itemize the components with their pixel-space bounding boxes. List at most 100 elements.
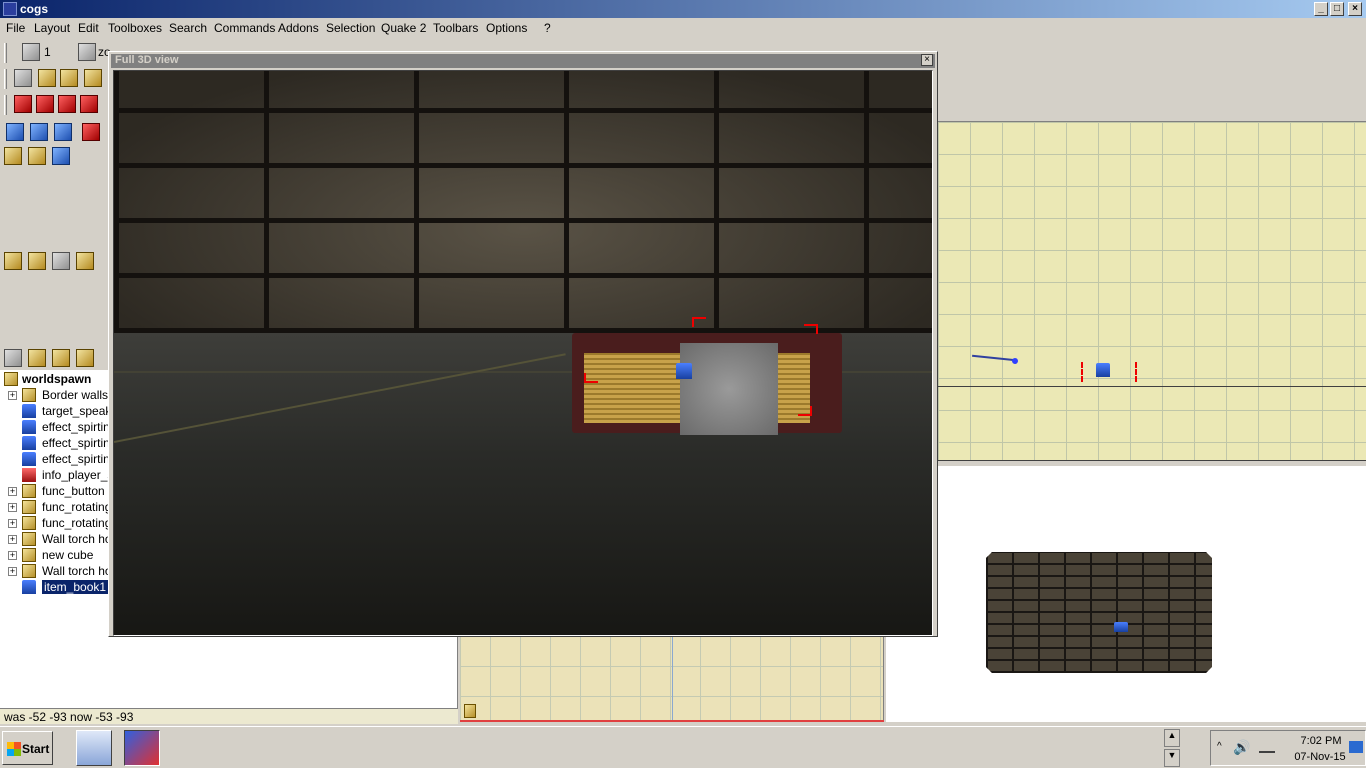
scroll-up-button[interactable]: ▲ bbox=[1164, 729, 1180, 747]
expand-icon[interactable]: + bbox=[8, 567, 17, 576]
menu-search[interactable]: Search bbox=[169, 21, 207, 35]
expand-icon[interactable]: + bbox=[8, 551, 17, 560]
tree-item[interactable]: + func_rotating bbox=[0, 515, 112, 531]
clock-date[interactable]: 07-Nov-15 bbox=[1285, 751, 1355, 763]
tree-item[interactable]: + Border walls bbox=[0, 387, 112, 403]
red-marker-icon[interactable] bbox=[82, 123, 100, 141]
expand-icon[interactable]: + bbox=[8, 519, 17, 528]
tree-view-icon[interactable] bbox=[4, 349, 22, 367]
quark-task-icon[interactable] bbox=[124, 730, 160, 766]
brush-tab-icon[interactable] bbox=[52, 349, 70, 367]
full-3d-view-window[interactable]: Full 3D view × bbox=[108, 51, 938, 637]
tree-item-label: target_speake bbox=[42, 404, 112, 418]
entity-icon[interactable] bbox=[52, 147, 70, 165]
toolbar-grip[interactable] bbox=[4, 95, 7, 115]
clock-time[interactable]: 7:02 PM bbox=[1291, 735, 1351, 747]
tree-item-label: func_rotating bbox=[42, 500, 112, 514]
tree-item[interactable]: info_player_st bbox=[0, 467, 112, 483]
book-entity-icon[interactable] bbox=[1096, 363, 1110, 377]
menu-toolboxes[interactable]: Toolboxes bbox=[108, 21, 162, 35]
expand-icon[interactable]: + bbox=[8, 487, 17, 496]
blue-cube-icon[interactable] bbox=[6, 123, 24, 141]
tree-item[interactable]: target_speake bbox=[0, 403, 112, 419]
book-model[interactable] bbox=[572, 333, 842, 443]
grid-icon[interactable] bbox=[22, 43, 40, 61]
entity-icon bbox=[22, 404, 36, 418]
entity-tab-icon[interactable] bbox=[28, 349, 46, 367]
expand-icon[interactable]: + bbox=[8, 391, 17, 400]
3d-scene[interactable] bbox=[113, 70, 933, 636]
tree-item-label: effect_spirting bbox=[42, 436, 112, 450]
duck-icon[interactable] bbox=[28, 147, 46, 165]
minimize-button[interactable]: _ bbox=[1314, 2, 1328, 16]
tree-item[interactable]: effect_spirting bbox=[0, 419, 112, 435]
book-clasp bbox=[680, 343, 778, 435]
entity-handle-icon[interactable] bbox=[676, 363, 692, 379]
hammer-icon[interactable] bbox=[28, 252, 46, 270]
red-cross-icon[interactable] bbox=[58, 95, 76, 113]
tree-item[interactable]: effect_spirting bbox=[0, 435, 112, 451]
cube-icon[interactable] bbox=[38, 69, 56, 87]
maximize-button[interactable]: □ bbox=[1330, 2, 1344, 16]
scroll-down-button[interactable]: ▼ bbox=[1164, 749, 1180, 767]
tree-item[interactable]: effect_spirting bbox=[0, 451, 112, 467]
red-slab-icon[interactable] bbox=[80, 95, 98, 113]
pipe-icon[interactable] bbox=[52, 252, 70, 270]
target-node-icon[interactable] bbox=[1012, 358, 1018, 364]
tree-toolbar bbox=[0, 346, 108, 372]
menu-commands[interactable]: Commands bbox=[214, 21, 275, 35]
toolbar-grip[interactable] bbox=[4, 43, 7, 63]
close-button[interactable]: × bbox=[1348, 2, 1362, 16]
tree-item[interactable]: + func_rotating bbox=[0, 499, 112, 515]
map-view-top[interactable] bbox=[938, 121, 1366, 461]
brush-icon[interactable] bbox=[4, 252, 22, 270]
show-desktop-icon[interactable] bbox=[1349, 741, 1363, 753]
menu-edit[interactable]: Edit bbox=[78, 21, 99, 35]
expand-icon[interactable]: + bbox=[8, 503, 17, 512]
speaker-icon[interactable]: 🔊 bbox=[1233, 739, 1250, 756]
tree-item-selected[interactable]: item_book1 bbox=[0, 579, 112, 595]
blue-cube-icon[interactable] bbox=[30, 123, 48, 141]
menu-bar: File Layout Edit Toolboxes Search Comman… bbox=[0, 18, 1366, 38]
tree-item[interactable]: + Wall torch hol bbox=[0, 531, 112, 547]
wordpad-task-icon[interactable] bbox=[76, 730, 112, 766]
toolbar-grip[interactable] bbox=[4, 69, 7, 89]
menu-toolbars[interactable]: Toolbars bbox=[433, 21, 478, 35]
red-cube-icon[interactable] bbox=[14, 95, 32, 113]
menu-quake2[interactable]: Quake 2 bbox=[381, 21, 426, 35]
red-cylinder-icon[interactable] bbox=[36, 95, 54, 113]
menu-file[interactable]: File bbox=[6, 21, 25, 35]
entity-icon[interactable] bbox=[464, 704, 476, 718]
box-icon[interactable] bbox=[4, 147, 22, 165]
status-text: was -52 -93 now -53 -93 bbox=[4, 710, 134, 724]
menu-layout[interactable]: Layout bbox=[34, 21, 70, 35]
menu-addons[interactable]: Addons bbox=[278, 21, 319, 35]
tag-icon[interactable] bbox=[76, 252, 94, 270]
texture-tab-icon[interactable] bbox=[76, 349, 94, 367]
tree-item-label: Border walls bbox=[42, 388, 109, 402]
start-label: Start bbox=[22, 742, 50, 756]
group-icon bbox=[22, 388, 36, 402]
menu-options[interactable]: Options bbox=[486, 21, 527, 35]
tree-item-label: item_book1 bbox=[42, 580, 109, 594]
zoom-icon[interactable] bbox=[78, 43, 96, 61]
cube-half-icon[interactable] bbox=[84, 69, 102, 87]
cube-hollow-icon[interactable] bbox=[60, 69, 78, 87]
blue-cube-icon[interactable] bbox=[54, 123, 72, 141]
tree-item[interactable]: + func_button bbox=[0, 483, 112, 499]
map-view-side[interactable] bbox=[460, 636, 884, 722]
tray-expand-icon[interactable]: ^ bbox=[1217, 741, 1222, 752]
menu-help[interactable]: ? bbox=[544, 21, 551, 35]
tree-root-label: worldspawn bbox=[22, 372, 92, 386]
tree-item[interactable]: + Wall torch hol bbox=[0, 563, 112, 579]
spheres-icon[interactable] bbox=[14, 69, 32, 87]
menu-selection[interactable]: Selection bbox=[326, 21, 375, 35]
expand-icon[interactable]: + bbox=[8, 535, 17, 544]
system-tray: ^ 🔊 7:02 PM 07-Nov-15 bbox=[1210, 730, 1366, 766]
tree-root[interactable]: worldspawn bbox=[0, 371, 112, 387]
view3d-close-button[interactable]: × bbox=[921, 54, 933, 66]
network-icon[interactable] bbox=[1259, 741, 1275, 753]
start-button[interactable]: Start bbox=[2, 731, 53, 765]
tree-item[interactable]: + new cube bbox=[0, 547, 112, 563]
player-start-icon bbox=[22, 468, 36, 482]
